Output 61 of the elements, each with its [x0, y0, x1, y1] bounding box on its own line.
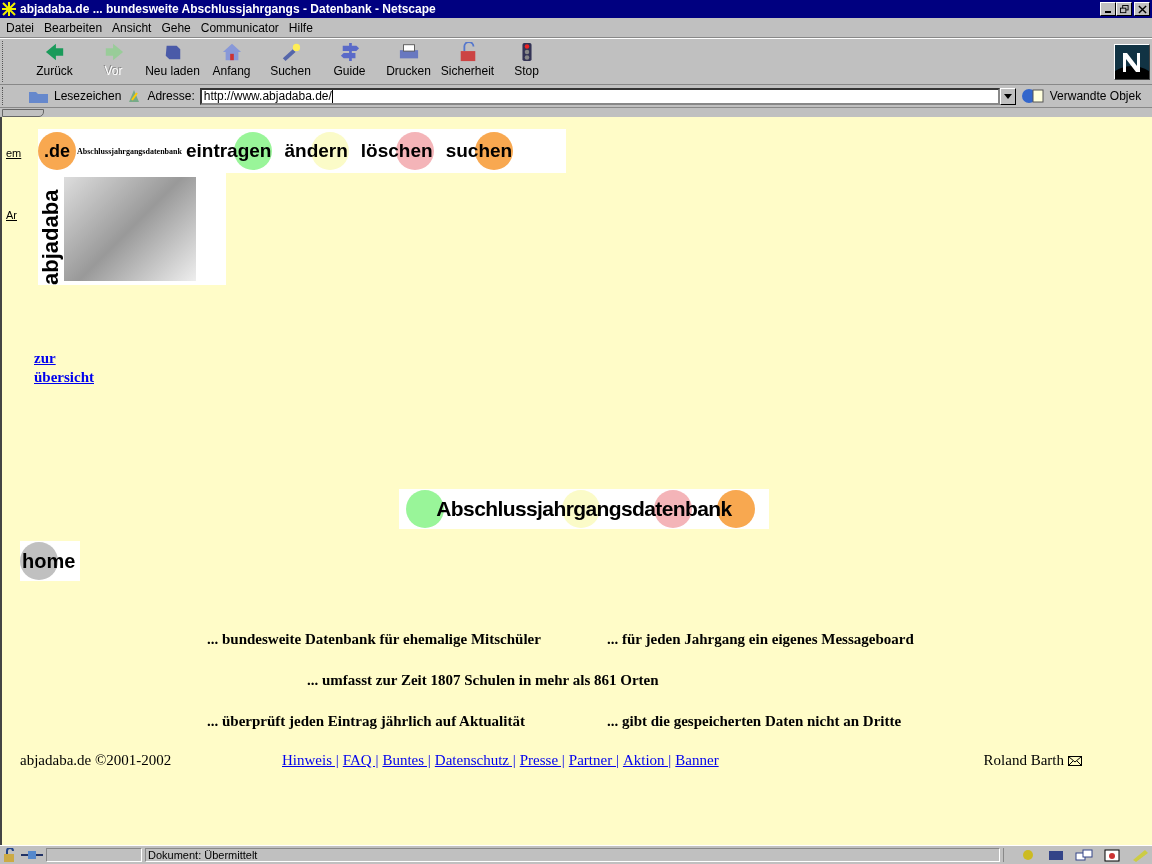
menu-item[interactable]: Ansicht [112, 20, 152, 35]
address-label: Adresse: [147, 89, 195, 103]
logo-domain: .de [38, 132, 76, 170]
footer-link[interactable]: Banner [675, 752, 719, 769]
restore-icon [1119, 4, 1129, 14]
toolbar-button[interactable]: Stop [497, 41, 556, 82]
menu-item[interactable]: Hilfe [288, 20, 313, 35]
netscape-logo[interactable] [1114, 43, 1150, 80]
inbox-icon[interactable] [1046, 848, 1066, 862]
plug-icon[interactable] [21, 850, 43, 860]
toolbar-button[interactable]: Anfang [202, 41, 261, 82]
menu-item[interactable]: Bearbeiten [44, 20, 103, 35]
chat-icon[interactable] [1074, 848, 1094, 862]
globe-icon [1020, 87, 1047, 105]
bookmarks-button[interactable]: Lesezeichen [16, 88, 122, 104]
collapsed-toolbar-tab[interactable] [2, 108, 44, 117]
author-link[interactable]: Roland Barth [983, 752, 1064, 769]
feature-text: ... bundesweite Datenbank für ehemalige Mitschüler [207, 631, 542, 648]
home-link[interactable]: home [20, 541, 80, 581]
feature-text: ... überprüft jeden Eintrag jährlich auf Aktualität [207, 713, 526, 730]
status-text: Dokument: Übermittelt [145, 848, 1000, 862]
toolbar-button[interactable]: Sicherheit [438, 41, 497, 82]
feature-text: ... für jeden Jahrgang ein eigenes Messageboard [607, 631, 914, 648]
close-icon [1137, 4, 1147, 14]
menu-item[interactable]: Gehe [161, 20, 191, 35]
footer-link[interactable]: Buntes | [382, 752, 431, 769]
toolbar-button[interactable]: Zurück [25, 41, 84, 82]
window-title: abjadaba.de ... bundesweite Abschlussjahrgangs - Datenbank - Netscape [20, 2, 437, 16]
menu-item[interactable]: Communicator [200, 20, 279, 35]
guide-icon [338, 41, 361, 62]
footer-link[interactable]: Hinweis | [282, 752, 339, 769]
feature-text: ... gibt die gespeicherten Daten nicht an Dritte [607, 713, 902, 730]
feature-text: ... umfasst zur Zeit 1807 Schulen in mehr als 861 Orten [307, 672, 659, 689]
address-field[interactable]: http://www.abjadaba.de/ [199, 87, 1000, 105]
toolbar-button[interactable]: Suchen [261, 41, 320, 82]
footer-link[interactable]: Aktion | [622, 752, 672, 769]
minimize-icon [1105, 10, 1111, 13]
minimize-button[interactable] [1100, 2, 1116, 16]
side-link[interactable]: Ar [6, 209, 26, 221]
composer-icon[interactable] [1102, 848, 1122, 862]
footer-link[interactable]: Partner | [568, 752, 619, 769]
toolbar-button[interactable]: Drucken [379, 41, 438, 82]
menu-item[interactable]: Datei [6, 20, 34, 35]
overview-link[interactable]: übersicht [34, 368, 1152, 387]
side-link[interactable]: em [6, 147, 26, 159]
logo-name: abjadaba [38, 188, 64, 285]
copyright-text: abjadaba.de ©2001-2002 [20, 752, 173, 769]
caret-icon [1003, 93, 1012, 99]
footer-link[interactable]: Presse | [519, 752, 565, 769]
restore-button[interactable] [1116, 2, 1132, 16]
related-button[interactable]: Verwandte Objek [1020, 87, 1142, 105]
close-button[interactable] [1134, 2, 1150, 16]
tagline: Abschlussjahrgangsdatenbank [77, 146, 182, 156]
toolbar-button[interactable]: Guide [320, 41, 379, 82]
toolbar-button[interactable]: Neu laden [143, 41, 202, 82]
footer-link[interactable]: Datenschutz | [434, 752, 516, 769]
nav-link[interactable]: eintragen [185, 131, 273, 171]
mail-icon[interactable] [1068, 755, 1082, 766]
home-icon [220, 41, 243, 62]
footer-link[interactable]: FAQ | [342, 752, 379, 769]
overview-link[interactable]: zur [34, 349, 1152, 368]
